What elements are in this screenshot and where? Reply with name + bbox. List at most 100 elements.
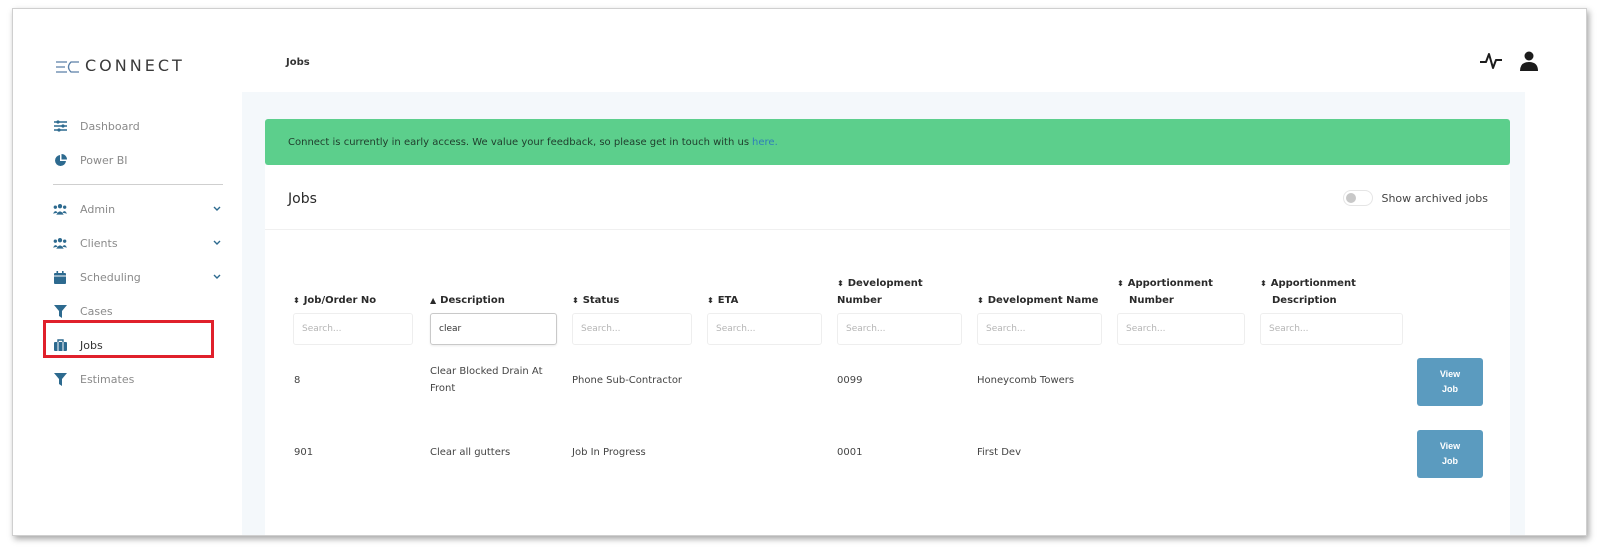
sort-icon[interactable]: ⬍ bbox=[837, 279, 844, 288]
banner-text: Connect is currently in early access. We… bbox=[288, 136, 750, 148]
cell-development-number: 0099 bbox=[837, 375, 863, 386]
chevron-down-icon[interactable] bbox=[213, 272, 221, 283]
column-header-line2: Job/Order No bbox=[303, 295, 377, 306]
sidebar-item-admin[interactable]: Admin bbox=[53, 192, 229, 226]
table-row: 8 Clear Blocked Drain At Front Phone Sub… bbox=[265, 358, 1510, 425]
show-archived-toggle[interactable] bbox=[1343, 190, 1374, 206]
sidebar-item-label: Clients bbox=[80, 236, 118, 250]
show-archived-toggle-group[interactable]: Show archived jobs bbox=[1343, 190, 1488, 206]
filter-icon bbox=[53, 372, 67, 386]
column-header-line1: Apportionment bbox=[1127, 278, 1213, 289]
sidebar-item-power-bi[interactable]: Power BI bbox=[53, 143, 229, 177]
button-label-line2: Job bbox=[1441, 384, 1458, 394]
users-icon bbox=[53, 236, 67, 250]
show-archived-label: Show archived jobs bbox=[1381, 191, 1488, 205]
sort-ascending-icon[interactable]: ▲ bbox=[430, 296, 436, 305]
view-job-button[interactable]: View Job bbox=[1417, 358, 1483, 406]
search-input-apportionment-description[interactable]: Search... bbox=[1260, 313, 1403, 345]
jobs-highlight-box bbox=[43, 320, 214, 358]
chevron-down-icon[interactable] bbox=[213, 204, 221, 215]
column-header[interactable]: ⬍ Development Number bbox=[837, 275, 962, 309]
users-icon bbox=[53, 202, 67, 216]
sidebar-item-label: Dashboard bbox=[80, 119, 140, 133]
column-header[interactable]: ⬍ ETA bbox=[707, 275, 822, 309]
cell-description-line1: Clear Blocked Drain At bbox=[430, 366, 543, 377]
sidebar-item-dashboard[interactable]: Dashboard bbox=[53, 109, 229, 143]
column-header-line2: Description bbox=[440, 295, 505, 306]
column-header[interactable]: ⬍ Apportionment Number bbox=[1117, 275, 1245, 309]
sort-icon[interactable]: ⬍ bbox=[1117, 279, 1124, 288]
page-title: Jobs bbox=[286, 57, 310, 68]
cell-status: Job In Progress bbox=[572, 447, 646, 458]
column-header[interactable]: ▲ Description bbox=[430, 275, 557, 309]
header-actions bbox=[1480, 51, 1538, 75]
column-header-line2: Description bbox=[1272, 295, 1337, 306]
sort-icon[interactable]: ⬍ bbox=[293, 296, 300, 305]
user-profile-icon[interactable] bbox=[1520, 51, 1538, 75]
search-input-job-order-no[interactable]: Search... bbox=[293, 313, 413, 345]
calendar-icon bbox=[53, 270, 67, 284]
sort-icon[interactable]: ⬍ bbox=[977, 296, 984, 305]
column-header[interactable]: ⬍ Development Name bbox=[977, 275, 1102, 309]
sidebar-item-label: Scheduling bbox=[80, 270, 141, 284]
early-access-banner: Connect is currently in early access. We… bbox=[265, 119, 1510, 165]
sidebar-item-estimates[interactable]: Estimates bbox=[53, 362, 229, 396]
column-header-line2: Status bbox=[582, 295, 620, 306]
sidebar-item-label: Admin bbox=[80, 202, 116, 216]
search-input-description[interactable]: clear bbox=[430, 313, 557, 345]
search-input-development-name[interactable]: Search... bbox=[977, 313, 1102, 345]
column-job-order-no: ⬍ Job/Order No Search... bbox=[293, 275, 413, 345]
column-header[interactable]: ⬍ Status bbox=[572, 275, 692, 309]
cell-development-name: First Dev bbox=[977, 447, 1021, 458]
cell-development-name: Honeycomb Towers bbox=[977, 375, 1075, 386]
sliders-icon bbox=[53, 119, 67, 133]
connect-logo-icon bbox=[55, 59, 81, 73]
column-apportionment-number: ⬍ Apportionment Number Search... bbox=[1117, 275, 1245, 345]
column-apportionment-description: ⬍ Apportionment Description Search... bbox=[1260, 275, 1403, 345]
column-description: ▲ Description clear bbox=[430, 275, 557, 345]
column-header-line2: Number bbox=[1129, 295, 1174, 306]
card-title: Jobs bbox=[288, 191, 317, 207]
logo-text: CONNECT bbox=[85, 56, 185, 75]
activity-icon[interactable] bbox=[1480, 51, 1502, 75]
column-header-line1: Development bbox=[847, 278, 923, 289]
view-job-button[interactable]: View Job bbox=[1417, 430, 1483, 478]
chevron-down-icon[interactable] bbox=[213, 238, 221, 249]
column-header-line1: Apportionment bbox=[1270, 278, 1356, 289]
cell-development-number: 0001 bbox=[837, 447, 863, 458]
card-divider bbox=[265, 229, 1510, 230]
column-header[interactable]: ⬍ Job/Order No bbox=[293, 275, 413, 309]
column-header-line2: ETA bbox=[717, 295, 739, 306]
table-row: 901 Clear all gutters Job In Progress 00… bbox=[265, 430, 1510, 497]
cell-description-line1: Clear all gutters bbox=[430, 447, 511, 458]
app-window: CONNECT Dashboard Power BI Admin Clients… bbox=[12, 8, 1587, 536]
app-logo[interactable]: CONNECT bbox=[55, 56, 185, 75]
column-eta: ⬍ ETA Search... bbox=[707, 275, 822, 345]
cell-description: Clear all gutters bbox=[430, 444, 560, 461]
search-input-apportionment-number[interactable]: Search... bbox=[1117, 313, 1245, 345]
sidebar-item-label: Cases bbox=[80, 304, 113, 318]
cell-status: Phone Sub-Contractor bbox=[572, 375, 683, 386]
cell-description: Clear Blocked Drain At Front bbox=[430, 363, 560, 397]
search-input-development-number[interactable]: Search... bbox=[837, 313, 962, 345]
column-header[interactable]: ⬍ Apportionment Description bbox=[1260, 275, 1403, 309]
cell-job-no: 901 bbox=[294, 447, 314, 458]
banner-feedback-link[interactable]: here. bbox=[752, 137, 778, 148]
search-input-eta[interactable]: Search... bbox=[707, 313, 822, 345]
cell-description-line2: Front bbox=[430, 383, 456, 394]
column-status: ⬍ Status Search... bbox=[572, 275, 692, 345]
sort-icon[interactable]: ⬍ bbox=[707, 296, 714, 305]
sidebar-item-clients[interactable]: Clients bbox=[53, 226, 229, 260]
search-input-status[interactable]: Search... bbox=[572, 313, 692, 345]
jobs-card: Jobs Show archived jobs ⬍ Job/Order No Se… bbox=[265, 165, 1510, 535]
filter-icon bbox=[53, 304, 67, 318]
sidebar-item-label: Power BI bbox=[80, 153, 128, 167]
sidebar-item-label: Estimates bbox=[80, 372, 135, 386]
cell-job-no: 8 bbox=[294, 375, 301, 386]
sort-icon[interactable]: ⬍ bbox=[1260, 279, 1267, 288]
sort-icon[interactable]: ⬍ bbox=[572, 296, 579, 305]
sidebar-divider bbox=[53, 184, 223, 185]
toggle-knob bbox=[1346, 193, 1357, 203]
sidebar-item-scheduling[interactable]: Scheduling bbox=[53, 260, 229, 294]
column-development-number: ⬍ Development Number Search... bbox=[837, 275, 962, 345]
